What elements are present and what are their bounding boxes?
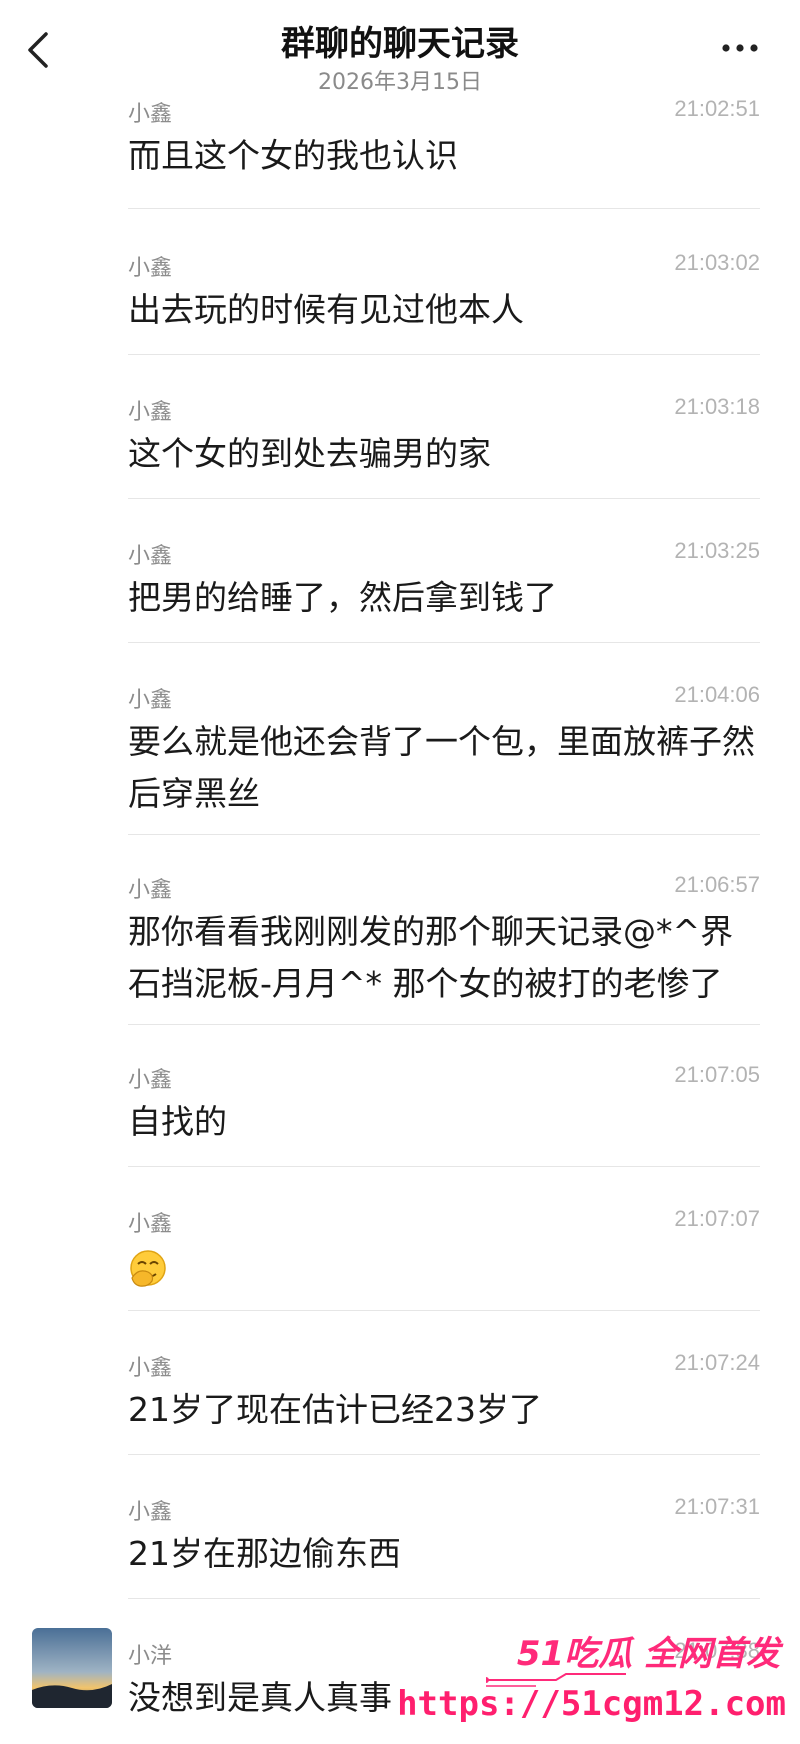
message-text: 那你看看我刚刚发的那个聊天记录@*^界石挡泥板-月月^* 那个女的被打的老惨了	[128, 912, 734, 1003]
message-item: 小鑫 21:03:25 把男的给睡了，然后拿到钱了	[128, 538, 760, 643]
message-item: 小鑫 21:07:31 21岁在那边偷东西	[128, 1494, 760, 1599]
message-sender: 小鑫	[128, 102, 173, 127]
message-sender: 小鑫	[128, 256, 173, 281]
message-item: 小鑫 21:07:05 自找的	[128, 1062, 760, 1167]
message-text: 这个女的到处去骗男的家	[128, 434, 491, 473]
message-time: 21:04:06	[674, 682, 760, 707]
message-sender: 小洋	[128, 1644, 173, 1669]
watermark-url: https://51cgm12.com	[397, 1684, 786, 1724]
message-text: 出去玩的时候有见过他本人	[128, 290, 524, 329]
message-text: 自找的	[128, 1102, 227, 1141]
message-text: 要么就是他还会背了一个包，里面放裤子然后穿黑丝	[128, 722, 755, 813]
message-time: 21:03:02	[674, 250, 760, 275]
message-time: 21:02:51	[674, 96, 760, 121]
message-sender: 小鑫	[128, 1500, 173, 1525]
message-time: 21:07:05	[674, 1062, 760, 1087]
page-title: 群聊的聊天记录	[281, 24, 519, 64]
more-button[interactable]	[720, 36, 760, 60]
message-time: 21:07:31	[674, 1494, 760, 1519]
message-time: 21:03:18	[674, 394, 760, 419]
message-sender: 小鑫	[128, 1212, 173, 1237]
message-item: 小鑫 21:07:24 21岁了现在估计已经23岁了	[128, 1350, 760, 1455]
message-text: 把男的给睡了，然后拿到钱了	[128, 578, 557, 617]
message-item: 小鑫 21:03:02 出去玩的时候有见过他本人	[128, 250, 760, 355]
avatar[interactable]	[32, 1628, 112, 1708]
message-sender: 小鑫	[128, 1068, 173, 1093]
page-date: 2026年3月15日	[318, 70, 482, 95]
top-bar: 群聊的聊天记录 2026年3月15日	[0, 0, 800, 100]
face-palm-emoji-icon	[128, 1248, 168, 1288]
message-item: 小鑫 21:04:06 要么就是他还会背了一个包，里面放裤子然后穿黑丝	[128, 682, 760, 835]
message-item: 小鑫 21:02:51 而且这个女的我也认识	[128, 96, 760, 209]
message-item: 小鑫 21:03:18 这个女的到处去骗男的家	[128, 394, 760, 499]
message-item: 小鑫 21:07:07	[128, 1206, 760, 1311]
message-time: 21:06:57	[674, 872, 760, 897]
message-sender: 小鑫	[128, 544, 173, 569]
more-dots-icon	[722, 44, 758, 52]
message-text: 21岁了现在估计已经23岁了	[128, 1390, 542, 1429]
message-sender: 小鑫	[128, 1356, 173, 1381]
message-time: 21:07:07	[674, 1206, 760, 1231]
message-sender: 小鑫	[128, 878, 173, 903]
message-time: 21:07:24	[674, 1350, 760, 1375]
message-text: 而且这个女的我也认识	[128, 136, 458, 175]
message-time: 21:03:25	[674, 538, 760, 563]
message-sender: 小鑫	[128, 688, 173, 713]
message-text: 21岁在那边偷东西	[128, 1534, 401, 1573]
message-item: 小鑫 21:06:57 那你看看我刚刚发的那个聊天记录@*^界石挡泥板-月月^*…	[128, 872, 760, 1025]
watermark-brand: 51吃瓜 全网首发	[516, 1634, 780, 1674]
watermark: 51吃瓜 全网首发 https://51cgm12.com	[397, 1620, 786, 1730]
message-sender: 小鑫	[128, 400, 173, 425]
